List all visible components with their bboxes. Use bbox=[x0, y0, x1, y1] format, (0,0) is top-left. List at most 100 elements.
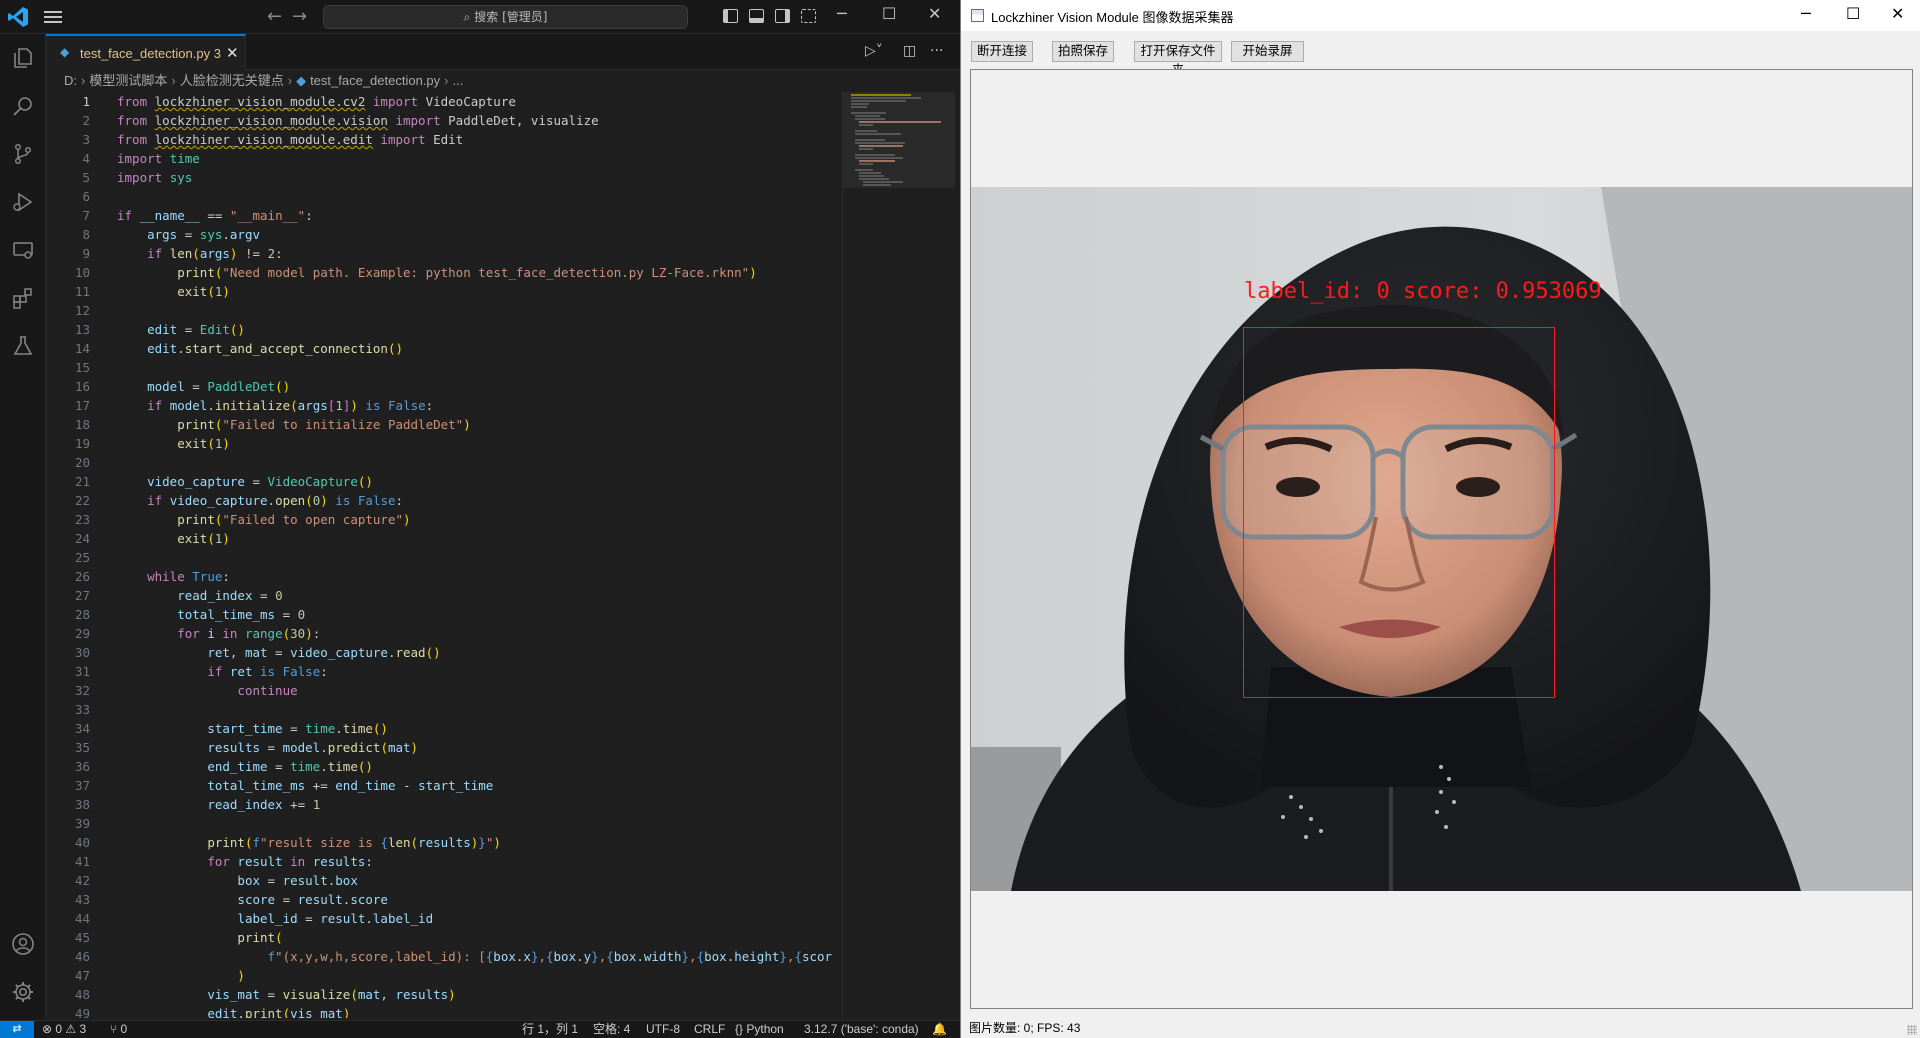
code-line: 30 ret, mat = video_capture.read() bbox=[74, 645, 441, 660]
encoding-indicator[interactable]: UTF-8 bbox=[646, 1021, 680, 1038]
breadcrumb-file[interactable]: test_face_detection.py bbox=[310, 73, 440, 88]
python-interpreter[interactable]: 3.12.7 ('base': conda) bbox=[804, 1021, 919, 1038]
code-line: 5 import sys bbox=[82, 170, 193, 185]
open-save-folder-button[interactable]: 打开保存文件夹 bbox=[1134, 41, 1222, 77]
code-line: 11 exit(1) bbox=[74, 284, 230, 299]
maximize-icon[interactable]: ☐ bbox=[882, 4, 896, 23]
customize-layout-icon[interactable] bbox=[801, 9, 816, 23]
code-line: 35 results = model.predict(mat) bbox=[74, 740, 419, 755]
tab-test-face-detection[interactable]: ◆ test_face_detection.py 3 ✕ bbox=[46, 34, 246, 70]
code-line: 25 bbox=[74, 550, 90, 565]
code-line: 17 if model.initialize(args[1]) is False… bbox=[74, 398, 434, 413]
code-line: 7 if __name__ == "__main__": bbox=[82, 208, 313, 223]
toggle-secondary-sidebar-icon[interactable] bbox=[775, 9, 790, 23]
more-actions-icon[interactable]: ··· bbox=[930, 43, 943, 59]
source-control-icon[interactable] bbox=[11, 142, 35, 166]
manage-gear-icon[interactable] bbox=[11, 980, 35, 1004]
image-collector-window: Lockzhiner Vision Module 图像数据采集器 ─ ☐ ✕ 断… bbox=[960, 0, 1920, 1038]
code-line: 20 bbox=[74, 455, 90, 470]
ports-indicator[interactable]: ⑂ 0 bbox=[110, 1021, 127, 1038]
eol-indicator[interactable]: CRLF bbox=[694, 1021, 725, 1038]
search-placeholder: 搜索 [管理员] bbox=[474, 10, 548, 24]
remote-indicator-icon[interactable]: ⇄ bbox=[0, 1021, 34, 1038]
code-line: 41 for result in results: bbox=[74, 854, 373, 869]
code-line: 45 print( bbox=[74, 930, 283, 945]
image-display-area: label_id: 0 score: 0.953069 bbox=[970, 69, 1913, 1009]
code-line: 15 bbox=[74, 360, 90, 375]
python-file-icon: ◆ bbox=[296, 73, 307, 88]
code-line: 19 exit(1) bbox=[74, 436, 230, 451]
code-line: 26 while True: bbox=[74, 569, 230, 584]
app-window-icon bbox=[971, 9, 984, 22]
code-line: 28 total_time_ms = 0 bbox=[74, 607, 306, 622]
code-line: 33 bbox=[74, 702, 90, 717]
language-mode[interactable]: {} Python bbox=[735, 1021, 784, 1038]
indentation-indicator[interactable]: 空格: 4 bbox=[593, 1021, 630, 1038]
breadcrumb-folder-scripts[interactable]: 模型测试脚本 bbox=[89, 73, 167, 88]
notifications-bell-icon[interactable]: 🔔 bbox=[932, 1021, 947, 1038]
status-bar: ⇄ ⊗ 0 ⚠ 3 ⑂ 0 行 1，列 1 空格: 4 UTF-8 CRLF {… bbox=[0, 1020, 960, 1038]
tab-close-icon[interactable]: ✕ bbox=[226, 44, 239, 62]
code-line: 48 vis_mat = visualize(mat, results) bbox=[74, 987, 456, 1002]
activity-bar bbox=[0, 34, 46, 1020]
cursor-position[interactable]: 行 1，列 1 bbox=[522, 1021, 578, 1038]
capture-save-button[interactable]: 拍照保存 bbox=[1052, 41, 1114, 62]
breadcrumb-more[interactable]: ... bbox=[453, 73, 464, 88]
search-icon: ⌕ bbox=[463, 10, 471, 24]
remote-explorer-icon[interactable] bbox=[11, 238, 35, 262]
code-line: 4 import time bbox=[82, 151, 200, 166]
code-line: 9 if len(args) != 2: bbox=[82, 246, 283, 261]
minimize-icon[interactable]: ─ bbox=[837, 4, 847, 23]
editor-tab-bar: ◆ test_face_detection.py 3 ✕ ▷˅ ◫ ··· bbox=[46, 34, 960, 70]
close-icon[interactable]: ✕ bbox=[928, 4, 941, 23]
code-editor[interactable]: 1 from lockzhiner_vision_module.cv2 impor… bbox=[46, 92, 842, 1018]
code-line: 1 from lockzhiner_vision_module.cv2 impor… bbox=[82, 94, 516, 109]
code-line: 27 read_index = 0 bbox=[74, 588, 283, 603]
vscode-logo-icon bbox=[8, 7, 28, 27]
title-bar: ← → ⌕ 搜索 [管理员] ─ ☐ ✕ bbox=[0, 0, 960, 34]
code-line: 38 read_index += 1 bbox=[74, 797, 321, 812]
resize-grip-icon[interactable] bbox=[1907, 1025, 1917, 1035]
detection-label: label_id: 0 score: 0.953069 bbox=[1244, 279, 1602, 304]
command-center-search[interactable]: ⌕ 搜索 [管理员] bbox=[323, 5, 688, 29]
toggle-primary-sidebar-icon[interactable] bbox=[723, 9, 738, 23]
maximize-icon[interactable]: ☐ bbox=[1846, 4, 1860, 23]
testing-icon[interactable] bbox=[11, 334, 35, 358]
code-line: 36 end_time = time.time() bbox=[74, 759, 373, 774]
search-view-icon[interactable] bbox=[11, 94, 35, 118]
start-recording-button[interactable]: 开始录屏 bbox=[1231, 41, 1304, 62]
run-python-file-icon[interactable]: ▷˅ bbox=[865, 43, 883, 59]
code-line: 34 start_time = time.time() bbox=[74, 721, 388, 736]
breadcrumb-folder-face[interactable]: 人脸检测无关键点 bbox=[180, 73, 284, 88]
close-icon[interactable]: ✕ bbox=[1891, 4, 1904, 23]
problems-indicator[interactable]: ⊗ 0 ⚠ 3 bbox=[42, 1021, 86, 1038]
accounts-icon[interactable] bbox=[11, 932, 35, 956]
code-line: 29 for i in range(30): bbox=[74, 626, 321, 641]
code-line: 49 edit.print(vis_mat) bbox=[74, 1006, 351, 1018]
menu-icon[interactable] bbox=[44, 9, 62, 25]
code-line: 42 box = result.box bbox=[74, 873, 358, 888]
disconnect-button[interactable]: 断开连接 bbox=[971, 41, 1033, 62]
code-line: 46 f"(x,y,w,h,score,label_id): [{box.x},… bbox=[74, 949, 833, 964]
breadcrumb-drive[interactable]: D: bbox=[64, 73, 77, 88]
toggle-panel-icon[interactable] bbox=[749, 9, 764, 23]
breadcrumb: D: › 模型测试脚本 › 人脸检测无关键点 › ◆ test_face_detection.… bbox=[46, 70, 960, 92]
extensions-icon[interactable] bbox=[11, 286, 35, 310]
code-line: 2 from lockzhiner_vision_module.vision im… bbox=[82, 113, 599, 128]
code-line: 24 exit(1) bbox=[74, 531, 230, 546]
code-line: 39 bbox=[74, 816, 90, 831]
window-title: Lockzhiner Vision Module 图像数据采集器 bbox=[991, 10, 1234, 25]
code-line: 14 edit.start_and_accept_connection() bbox=[74, 341, 404, 356]
forward-arrow-icon[interactable]: → bbox=[292, 6, 307, 27]
minimize-icon[interactable]: ─ bbox=[1801, 4, 1811, 23]
explorer-icon[interactable] bbox=[11, 46, 35, 70]
qt-title-bar: Lockzhiner Vision Module 图像数据采集器 ─ ☐ ✕ bbox=[961, 0, 1920, 31]
code-line: 18 print("Failed to initialize PaddleDet… bbox=[74, 417, 471, 432]
code-line: 22 if video_capture.open(0) is False: bbox=[74, 493, 404, 508]
code-line: 37 total_time_ms += end_time - start_tim… bbox=[74, 778, 494, 793]
split-editor-icon[interactable]: ◫ bbox=[903, 43, 916, 59]
minimap[interactable] bbox=[842, 92, 955, 1018]
run-debug-icon[interactable] bbox=[11, 190, 35, 214]
back-arrow-icon[interactable]: ← bbox=[267, 6, 282, 27]
code-line: 21 video_capture = VideoCapture() bbox=[74, 474, 373, 489]
